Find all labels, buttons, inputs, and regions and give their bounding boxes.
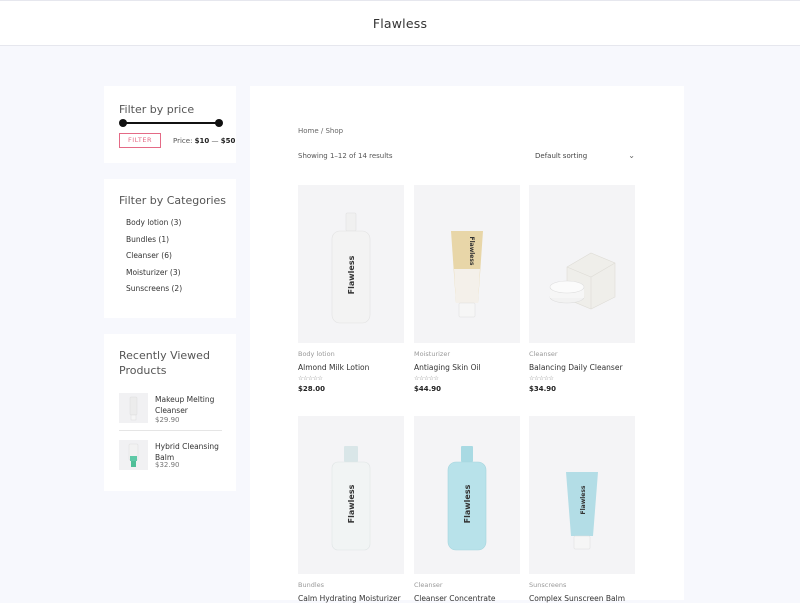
recently-viewed-widget: Recently Viewed Products Makeup Melting … — [104, 334, 236, 491]
bottle-icon: Flawless — [331, 212, 371, 324]
product-image[interactable]: Flawless — [529, 416, 635, 574]
price-separator: — — [211, 137, 219, 145]
product-price: $28.00 — [298, 385, 326, 393]
bottle-icon: Flawless — [331, 446, 371, 551]
rating-stars: ☆☆☆☆☆ — [529, 375, 554, 382]
category-filter-title: Filter by Categories — [119, 194, 227, 207]
breadcrumb[interactable]: Home / Shop — [298, 127, 343, 135]
tube-icon — [129, 396, 138, 421]
filter-button[interactable]: FILTER — [119, 133, 161, 148]
price-range-label: Price: $10 — $50 — [173, 137, 235, 145]
product-image[interactable]: Flawless — [414, 185, 520, 343]
bottle-icon: Flawless — [447, 446, 487, 551]
price-filter-widget: Filter by price FILTER Price: $10 — $50 — [104, 86, 236, 163]
category-item[interactable]: Moisturizer (3) — [126, 267, 182, 284]
recent-product-price: $29.90 — [155, 416, 180, 424]
category-item[interactable]: Cleanser (6) — [126, 250, 182, 267]
site-header: Flawless — [0, 0, 800, 46]
product-category[interactable]: Moisturizer — [414, 350, 450, 358]
product-brand-label: Flawless — [468, 236, 475, 265]
product-category[interactable]: Sunscreens — [529, 581, 566, 589]
product-price: $34.90 — [529, 385, 557, 393]
category-item[interactable]: Bundles (1) — [126, 234, 182, 251]
product-category[interactable]: Body lotion — [298, 350, 335, 358]
price-min-handle[interactable] — [119, 119, 127, 127]
product-category[interactable]: Bundles — [298, 581, 324, 589]
tube-icon: Flawless — [451, 231, 483, 318]
product-image[interactable]: Flawless — [414, 416, 520, 574]
divider — [119, 430, 222, 431]
sorting-selected: Default sorting — [535, 152, 588, 160]
product-brand-label: Flawless — [580, 485, 587, 514]
product-category[interactable]: Cleanser — [414, 581, 443, 589]
rating-stars: ☆☆☆☆☆ — [298, 375, 323, 382]
site-brand[interactable]: Flawless — [0, 16, 800, 31]
product-name[interactable]: Almond Milk Lotion — [298, 363, 369, 372]
product-image[interactable] — [529, 185, 635, 343]
recently-viewed-title: Recently Viewed Products — [119, 349, 210, 377]
price-range-track[interactable] — [123, 122, 219, 124]
product-image[interactable]: Flawless — [298, 185, 404, 343]
recent-product-name[interactable]: Hybrid Cleansing Balm — [155, 441, 221, 463]
category-item[interactable]: Body lotion (3) — [126, 217, 182, 234]
sorting-select[interactable]: Default sorting ⌄ — [535, 151, 635, 160]
product-name[interactable]: Antiaging Skin Oil — [414, 363, 481, 372]
category-item[interactable]: Sunscreens (2) — [126, 283, 182, 300]
price-filter-title: Filter by price — [119, 103, 195, 116]
product-brand-label: Flawless — [347, 255, 356, 294]
price-max-handle[interactable] — [215, 119, 223, 127]
jar-box-icon — [549, 252, 616, 310]
product-name[interactable]: Complex Sunscreen Balm — [529, 594, 625, 603]
price-prefix: Price: — [173, 137, 193, 145]
product-brand-label: Flawless — [347, 484, 356, 523]
rating-stars: ☆☆☆☆☆ — [414, 375, 439, 382]
chevron-down-icon: ⌄ — [628, 151, 635, 160]
recent-product-thumbnail[interactable] — [119, 393, 148, 423]
category-filter-widget: Filter by Categories Body lotion (3) Bun… — [104, 179, 236, 318]
tube-icon — [128, 443, 139, 467]
product-brand-label: Flawless — [463, 484, 472, 523]
product-price: $44.90 — [414, 385, 442, 393]
price-max-value: $50 — [220, 137, 236, 145]
category-list: Body lotion (3) Bundles (1) Cleanser (6)… — [126, 217, 182, 300]
price-min-value: $10 — [194, 137, 210, 145]
tube-icon: Flawless — [566, 472, 598, 550]
recent-product-name[interactable]: Makeup Melting Cleanser — [155, 394, 221, 416]
result-count: Showing 1–12 of 14 results — [298, 152, 393, 160]
product-category[interactable]: Cleanser — [529, 350, 558, 358]
recent-product-price: $32.90 — [155, 461, 180, 469]
shop-main: Home / Shop Showing 1–12 of 14 results D… — [250, 86, 684, 603]
product-image[interactable]: Flawless — [298, 416, 404, 574]
product-name[interactable]: Cleanser Concentrate — [414, 594, 496, 603]
product-name[interactable]: Balancing Daily Cleanser — [529, 363, 623, 372]
recent-product-thumbnail[interactable] — [119, 440, 148, 470]
product-name[interactable]: Calm Hydrating Moisturizer — [298, 594, 401, 603]
